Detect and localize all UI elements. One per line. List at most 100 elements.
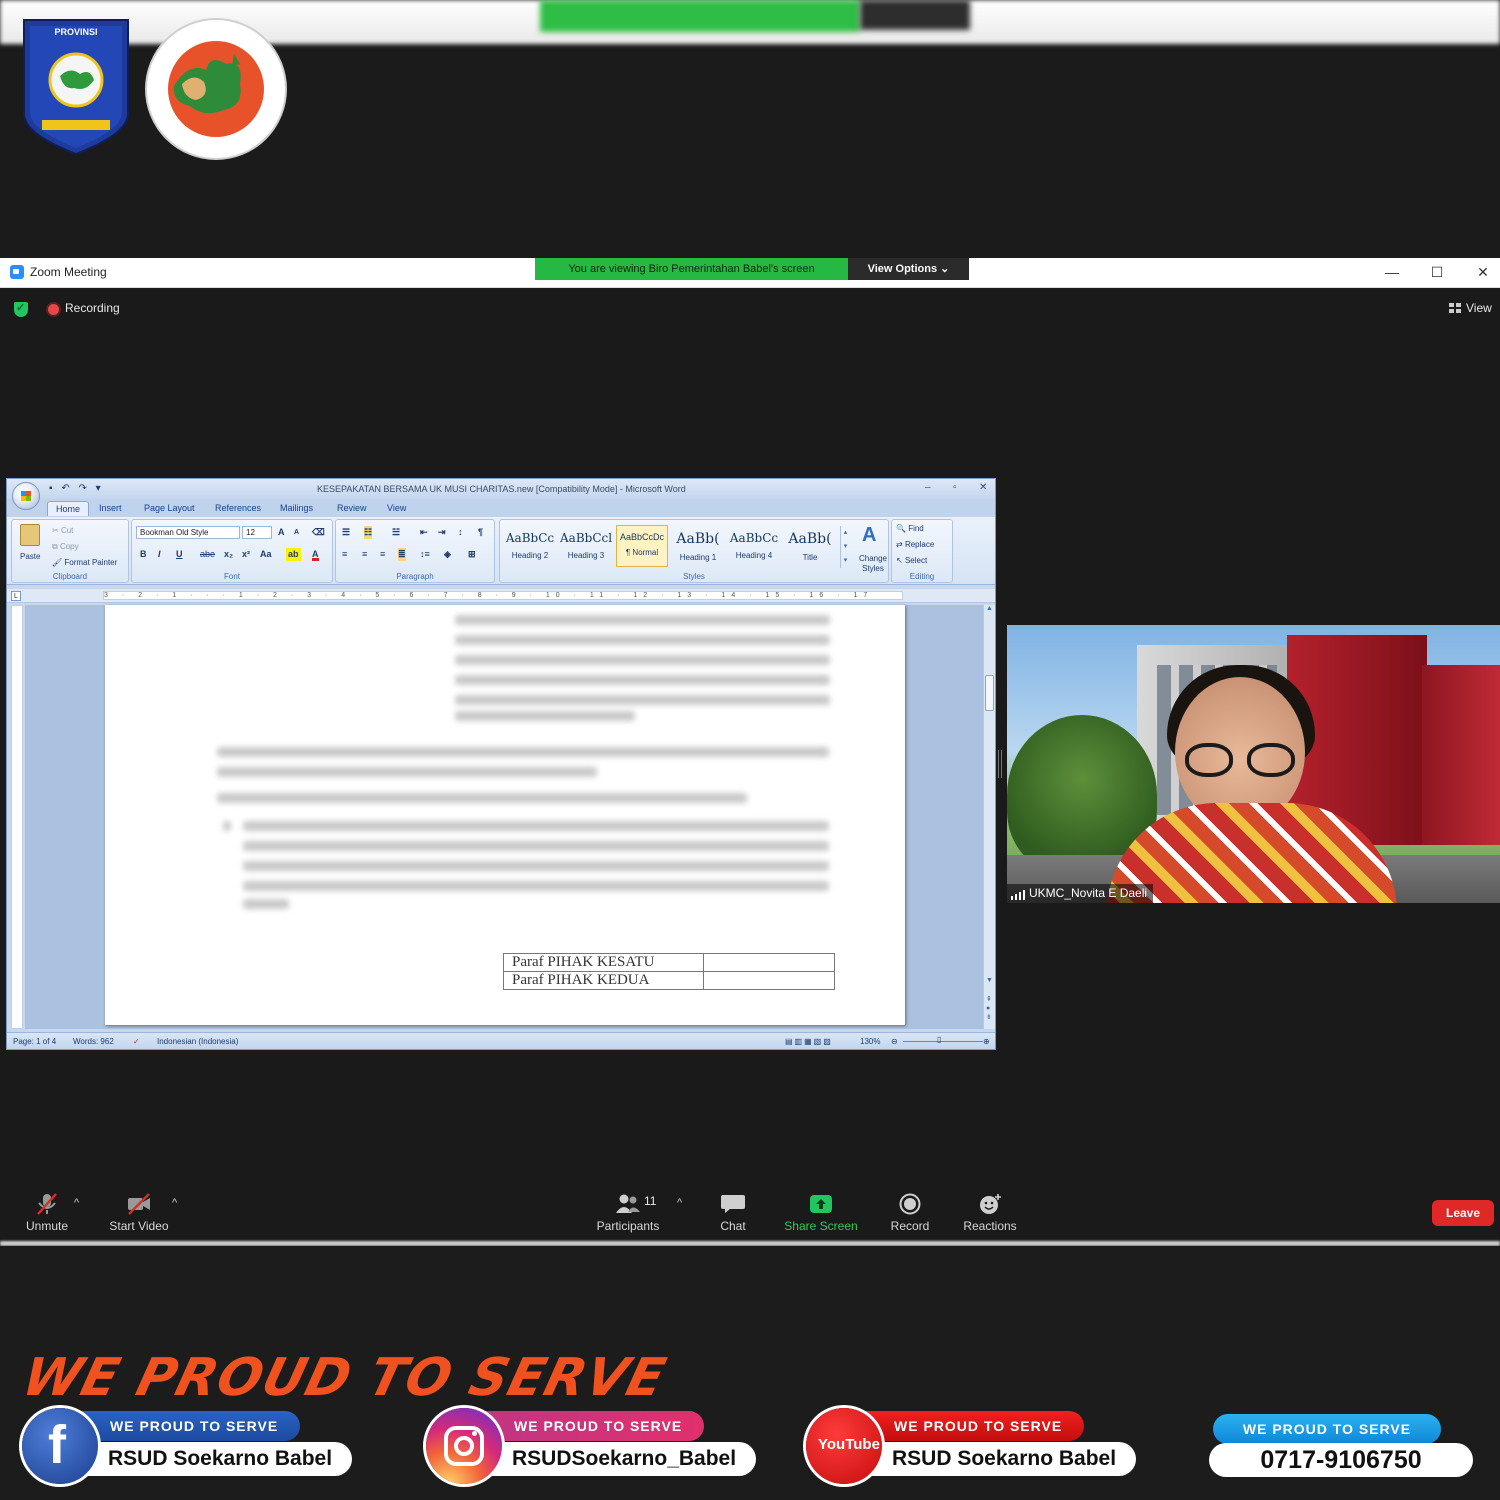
paraf-label[interactable]: Paraf PIHAK KESATU bbox=[503, 953, 704, 972]
select-button[interactable]: ↖ Select bbox=[896, 556, 927, 565]
zoom-in-icon[interactable]: ⊕ bbox=[983, 1037, 990, 1046]
style-heading-1[interactable]: AaBb( Heading 1 bbox=[672, 525, 724, 567]
strikethrough-button[interactable]: abe bbox=[200, 548, 215, 561]
reactions-button[interactable]: Reactions bbox=[945, 1185, 1035, 1241]
font-size-select[interactable]: 12 bbox=[242, 526, 272, 539]
numbering-icon[interactable]: ☷ bbox=[364, 526, 373, 539]
word-count[interactable]: Words: 962 bbox=[73, 1037, 114, 1046]
ruler-toggle-icon[interactable]: L bbox=[11, 591, 21, 601]
multilevel-list-icon[interactable]: ☱ bbox=[392, 526, 400, 539]
scroll-down-icon[interactable]: ▼ bbox=[986, 977, 993, 984]
grow-font-button[interactable]: A bbox=[278, 526, 285, 539]
page-count[interactable]: Page: 1 of 4 bbox=[13, 1037, 56, 1046]
language-indicator[interactable]: Indonesian (Indonesia) bbox=[157, 1037, 238, 1046]
view-options-button[interactable]: View Options ⌄ bbox=[848, 258, 969, 280]
zoom-level[interactable]: 130% bbox=[860, 1037, 880, 1046]
video-options-chevron-icon[interactable]: ^ bbox=[172, 1197, 177, 1209]
superscript-button[interactable]: x² bbox=[242, 548, 250, 561]
audio-options-chevron-icon[interactable]: ^ bbox=[74, 1197, 79, 1209]
zoom-slider[interactable] bbox=[903, 1041, 983, 1042]
subscript-button[interactable]: x₂ bbox=[224, 548, 233, 561]
window-minimize-button[interactable]: — bbox=[1379, 262, 1405, 282]
change-case-button[interactable]: Aa bbox=[260, 548, 272, 561]
unmute-button[interactable]: Unmute bbox=[2, 1185, 92, 1241]
change-styles-button[interactable]: Change Styles bbox=[856, 554, 890, 574]
zoom-out-icon[interactable]: ⊖ bbox=[891, 1037, 898, 1046]
justify-icon[interactable]: ≣ bbox=[398, 548, 406, 561]
scroll-up-icon[interactable]: ▲ bbox=[986, 605, 993, 612]
find-button[interactable]: 🔍 Find bbox=[896, 524, 924, 533]
align-left-icon[interactable]: ≡ bbox=[342, 548, 347, 561]
font-name-select[interactable]: Bookman Old Style bbox=[136, 526, 240, 539]
tab-page-layout[interactable]: Page Layout bbox=[144, 503, 195, 513]
chat-button[interactable]: Chat bbox=[688, 1185, 778, 1241]
style-title[interactable]: AaBb( Title bbox=[784, 525, 836, 567]
line-spacing-icon[interactable]: ↕≡ bbox=[420, 548, 430, 561]
underline-button[interactable]: U bbox=[176, 548, 183, 561]
view-mode-icons[interactable]: ▤▥▦▧▨ bbox=[785, 1037, 833, 1046]
italic-button[interactable]: I bbox=[158, 548, 161, 561]
tab-references[interactable]: References bbox=[215, 503, 261, 513]
security-shield-icon[interactable] bbox=[14, 301, 28, 317]
recording-indicator[interactable]: Recording bbox=[65, 301, 120, 315]
window-maximize-button[interactable]: ☐ bbox=[1424, 262, 1450, 282]
tab-mailings[interactable]: Mailings bbox=[280, 503, 313, 513]
bold-button[interactable]: B bbox=[140, 548, 147, 561]
word-close-button[interactable]: ✕ bbox=[979, 482, 987, 493]
highlight-icon[interactable]: ab bbox=[286, 548, 301, 561]
align-right-icon[interactable]: ≡ bbox=[380, 548, 385, 561]
paraf-label[interactable]: Paraf PIHAK KEDUA bbox=[503, 971, 704, 990]
leave-button[interactable]: Leave bbox=[1432, 1200, 1494, 1226]
paste-button[interactable]: Paste bbox=[20, 552, 40, 561]
horizontal-ruler[interactable]: L 3 · 2 · 1 · · · 1 · 2 · 3 · 4 · 5 · 6 … bbox=[7, 589, 995, 603]
participants-button[interactable]: 11 Participants bbox=[583, 1185, 673, 1241]
paraf-cell[interactable] bbox=[703, 953, 835, 972]
window-close-button[interactable]: ✕ bbox=[1470, 262, 1496, 282]
view-button[interactable]: View bbox=[1466, 301, 1492, 315]
tab-insert[interactable]: Insert bbox=[99, 503, 122, 513]
style-heading-4[interactable]: AaBbCc Heading 4 bbox=[728, 525, 780, 567]
style-heading-2[interactable]: AaBbCc Heading 2 bbox=[504, 525, 556, 567]
office-button[interactable] bbox=[12, 482, 40, 510]
split-view-handle[interactable] bbox=[998, 750, 1002, 778]
quick-access-toolbar[interactable]: ▪ ↶ ↷ ▾ bbox=[49, 483, 104, 494]
cut-button[interactable]: ✂ Cut bbox=[52, 526, 73, 535]
show-formatting-icon[interactable]: ¶ bbox=[478, 526, 483, 539]
align-center-icon[interactable]: ≡ bbox=[362, 548, 367, 561]
participant-video[interactable]: UKMC_Novita E Daeli bbox=[1007, 625, 1500, 903]
scrollbar-thumb[interactable] bbox=[985, 675, 994, 711]
styles-scroll-icon[interactable]: ▴ ▾ ▾ bbox=[840, 526, 850, 568]
clear-format-button[interactable]: ⌫ bbox=[312, 526, 325, 539]
format-painter-button[interactable]: 🖌 Format Painter bbox=[52, 558, 117, 567]
shrink-font-button[interactable]: A bbox=[294, 526, 299, 539]
tab-home[interactable]: Home bbox=[47, 501, 90, 516]
paste-icon[interactable] bbox=[20, 524, 40, 546]
word-restore-button[interactable]: ▫ bbox=[953, 482, 957, 493]
font-color-icon[interactable]: A bbox=[312, 548, 319, 561]
zoom-slider-thumb[interactable]: ▯ bbox=[937, 1035, 941, 1044]
decrease-indent-icon[interactable]: ⇤ bbox=[420, 526, 428, 539]
view-grid-icon[interactable] bbox=[1449, 303, 1461, 314]
browse-object-icon[interactable]: ⇞ ● ⇟ bbox=[986, 995, 992, 1022]
word-minimize-button[interactable]: – bbox=[925, 482, 931, 493]
participants-options-chevron-icon[interactable]: ^ bbox=[677, 1197, 682, 1209]
record-button[interactable]: Record bbox=[865, 1185, 955, 1241]
proofing-icon[interactable]: ✓ bbox=[133, 1037, 140, 1046]
tab-view[interactable]: View bbox=[387, 503, 406, 513]
bullets-icon[interactable]: ☰ bbox=[342, 526, 350, 539]
share-screen-button[interactable]: Share Screen bbox=[776, 1185, 866, 1241]
paraf-cell[interactable] bbox=[703, 971, 835, 990]
style-heading-3[interactable]: AaBbCcl Heading 3 bbox=[560, 525, 612, 567]
shading-icon[interactable]: ◈ bbox=[444, 548, 451, 561]
tab-review[interactable]: Review bbox=[337, 503, 367, 513]
borders-icon[interactable]: ⊞ bbox=[468, 548, 476, 561]
start-video-button[interactable]: Start Video bbox=[94, 1185, 184, 1241]
replace-button[interactable]: ⇄ Replace bbox=[896, 540, 934, 549]
sort-icon[interactable]: ↕ bbox=[458, 526, 463, 539]
document-page[interactable]: Paraf PIHAK KESATU Paraf PIHAK KEDUA bbox=[105, 605, 905, 1025]
vertical-scrollbar[interactable]: ▲ ▼ ⇞ ● ⇟ bbox=[983, 605, 995, 1029]
vertical-ruler[interactable] bbox=[11, 605, 23, 1029]
increase-indent-icon[interactable]: ⇥ bbox=[438, 526, 446, 539]
style-normal[interactable]: AaBbCcDc ¶ Normal bbox=[616, 525, 668, 567]
copy-button[interactable]: ⧉ Copy bbox=[52, 542, 79, 552]
